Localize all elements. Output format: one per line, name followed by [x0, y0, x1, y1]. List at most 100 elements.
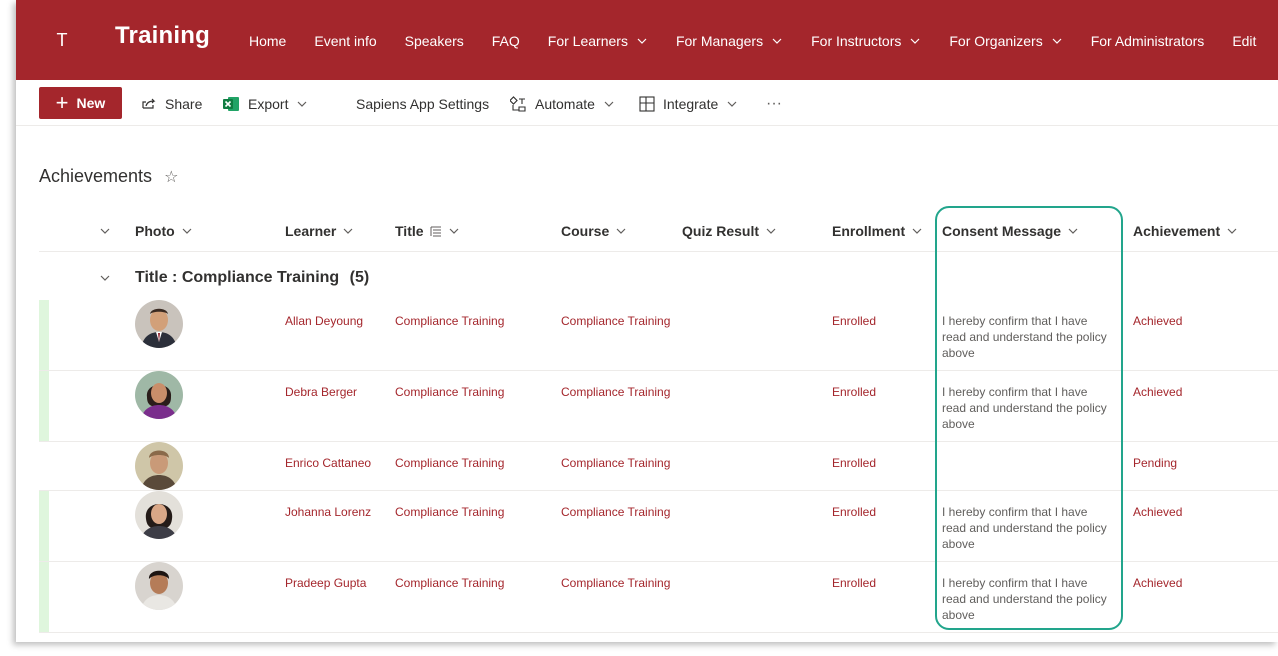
chevron-down-icon — [1068, 228, 1078, 234]
column-header-achievement[interactable]: Achievement — [1133, 223, 1238, 239]
column-label: Consent Message — [942, 223, 1062, 239]
enrollment-cell[interactable]: Enrolled — [832, 384, 876, 400]
learner-photo-avatar — [135, 300, 183, 348]
chevron-down-icon — [910, 38, 920, 44]
table-row[interactable]: Enrico Cattaneo Compliance Training Comp… — [39, 442, 1278, 491]
integrate-button[interactable]: Integrate — [639, 94, 738, 114]
learner-cell[interactable]: Enrico Cattaneo — [285, 455, 371, 471]
achievement-cell[interactable]: Achieved — [1133, 575, 1182, 591]
nav-label: Home — [249, 33, 287, 49]
course-cell[interactable]: Compliance Training — [561, 384, 670, 400]
nav-label: Event info — [314, 33, 377, 49]
row-status-marker — [39, 491, 49, 561]
title-cell[interactable]: Compliance Training — [395, 504, 504, 520]
row-status-marker — [39, 371, 49, 441]
nav-faq[interactable]: FAQ — [492, 33, 520, 49]
column-label: Learner — [285, 223, 337, 239]
group-collapse-chevron-icon[interactable] — [99, 272, 111, 284]
column-header-photo[interactable]: Photo — [135, 223, 193, 239]
title-cell[interactable]: Compliance Training — [395, 575, 504, 591]
automate-label: Automate — [535, 96, 595, 112]
site-nav: Home Event info Speakers FAQ For Learner… — [249, 30, 1278, 52]
site-header: T Training Home Event info Speakers FAQ … — [16, 0, 1278, 80]
title-cell[interactable]: Compliance Training — [395, 313, 504, 329]
course-cell[interactable]: Compliance Training — [561, 504, 670, 520]
enrollment-cell[interactable]: Enrolled — [832, 504, 876, 520]
learner-cell[interactable]: Debra Berger — [285, 384, 357, 400]
row-status-marker — [39, 562, 49, 632]
nav-edit[interactable]: Edit — [1232, 33, 1256, 49]
site-logo[interactable]: T — [50, 28, 74, 52]
nav-for-managers[interactable]: For Managers — [676, 33, 783, 49]
nav-label: For Learners — [547, 33, 628, 49]
achievement-cell[interactable]: Pending — [1133, 455, 1177, 471]
favorite-star-icon[interactable]: ☆ — [164, 167, 178, 187]
site-title[interactable]: Training — [115, 22, 210, 50]
chevron-down-icon — [912, 228, 922, 234]
table-row[interactable]: Pradeep Gupta Compliance Training Compli… — [39, 562, 1278, 633]
course-cell[interactable]: Compliance Training — [561, 575, 670, 591]
sapiens-app-settings-button[interactable]: Sapiens App Settings — [356, 94, 489, 114]
nav-for-administrators[interactable]: For Administrators — [1091, 33, 1205, 49]
nav-for-instructors[interactable]: For Instructors — [811, 33, 921, 49]
nav-for-learners[interactable]: For Learners — [548, 33, 648, 49]
nav-event-info[interactable]: Event info — [314, 33, 376, 49]
new-button[interactable]: + New — [39, 87, 122, 119]
person-photo-icon — [135, 442, 183, 490]
learner-cell[interactable]: Allan Deyoung — [285, 313, 363, 329]
achievement-cell[interactable]: Achieved — [1133, 504, 1182, 520]
new-button-label: New — [76, 95, 106, 111]
chevron-down-icon — [616, 228, 626, 234]
automate-icon — [510, 96, 526, 112]
enrollment-cell[interactable]: Enrolled — [832, 575, 876, 591]
title-cell[interactable]: Compliance Training — [395, 455, 504, 471]
excel-icon — [223, 97, 239, 111]
table-row[interactable]: Johanna Lorenz Compliance Training Compl… — [39, 491, 1278, 562]
nav-home[interactable]: Home — [249, 33, 286, 49]
collapse-all-chevron-icon[interactable] — [99, 225, 111, 237]
learner-cell[interactable]: Johanna Lorenz — [285, 504, 371, 520]
learner-photo-avatar — [135, 491, 183, 539]
column-header-title[interactable]: Title — [395, 223, 460, 239]
learner-photo-avatar — [135, 371, 183, 419]
column-label: Title — [395, 223, 424, 239]
column-header-learner[interactable]: Learner — [285, 223, 354, 239]
title-cell[interactable]: Compliance Training — [395, 384, 504, 400]
person-photo-icon — [135, 562, 183, 610]
enrollment-cell[interactable]: Enrolled — [832, 313, 876, 329]
learner-photo-avatar — [135, 562, 183, 610]
consent-message-cell: I hereby confirm that I have read and un… — [942, 385, 1107, 431]
person-photo-icon — [135, 491, 183, 539]
group-label: Title : Compliance Training — [135, 269, 340, 286]
achievement-cell[interactable]: Achieved — [1133, 384, 1182, 400]
learner-cell[interactable]: Pradeep Gupta — [285, 575, 366, 591]
column-header-enrollment[interactable]: Enrollment — [832, 223, 923, 239]
column-label: Quiz Result — [682, 223, 760, 239]
automate-button[interactable]: Automate — [510, 94, 615, 114]
achievement-cell[interactable]: Achieved — [1133, 313, 1182, 329]
column-header-quiz-result[interactable]: Quiz Result — [682, 223, 777, 239]
list-title: Achievements — [39, 166, 153, 186]
course-cell[interactable]: Compliance Training — [561, 313, 670, 329]
nav-label: For Managers — [675, 33, 764, 49]
list-header: Photo Learner Title Course Quiz Result E… — [39, 210, 1278, 252]
nav-speakers[interactable]: Speakers — [405, 33, 464, 49]
nav-for-organizers[interactable]: For Organizers — [949, 33, 1062, 49]
more-options-button[interactable]: ··· — [766, 94, 782, 114]
share-button[interactable]: Share — [141, 94, 202, 114]
export-label: Export — [248, 96, 289, 112]
consent-message-cell: I hereby confirm that I have read and un… — [942, 505, 1107, 551]
achievements-list: Photo Learner Title Course Quiz Result E… — [39, 210, 1278, 633]
consent-message-cell: I hereby confirm that I have read and un… — [942, 314, 1107, 360]
enrollment-cell[interactable]: Enrolled — [832, 455, 876, 471]
column-header-course[interactable]: Course — [561, 223, 627, 239]
column-label: Photo — [135, 223, 175, 239]
table-row[interactable]: Allan Deyoung Compliance Training Compli… — [39, 300, 1278, 371]
export-button[interactable]: Export — [223, 94, 308, 114]
sharepoint-window: T Training Home Event info Speakers FAQ … — [16, 0, 1278, 642]
column-header-consent-message[interactable]: Consent Message — [942, 223, 1079, 239]
row-status-marker — [39, 300, 49, 370]
chevron-down-icon — [727, 101, 737, 107]
table-row[interactable]: Debra Berger Compliance Training Complia… — [39, 371, 1278, 442]
course-cell[interactable]: Compliance Training — [561, 455, 670, 471]
